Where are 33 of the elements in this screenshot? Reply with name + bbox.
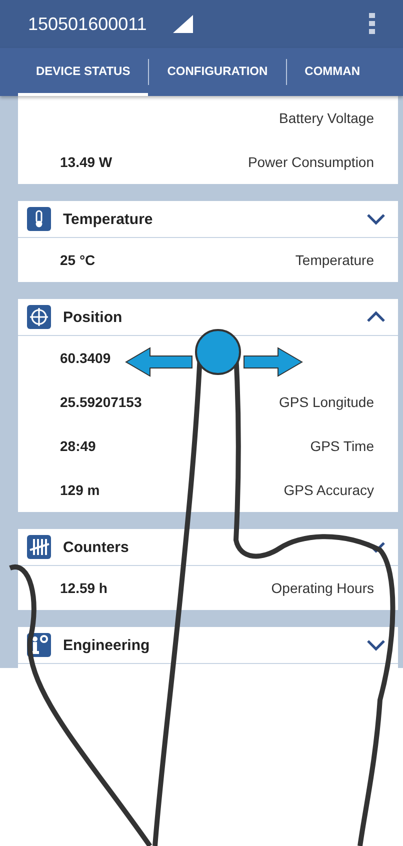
- crosshair-icon: [27, 305, 51, 329]
- section-title: Position: [63, 308, 122, 326]
- field-label: Operating Hours: [271, 580, 374, 596]
- field-label: GPS Longitude: [279, 394, 374, 410]
- tab[interactable]: CONFIGURATION: [149, 48, 286, 96]
- value-text: 129 m: [60, 482, 100, 498]
- thermometer-icon: [27, 207, 51, 231]
- value-text: 12.59 h: [60, 580, 108, 596]
- touch-point-icon: [195, 329, 241, 375]
- value-text: 28:49: [60, 438, 96, 454]
- chevron-icon[interactable]: [366, 213, 386, 225]
- right-arrow-icon: [244, 347, 303, 377]
- chevron-icon[interactable]: [366, 639, 386, 651]
- section-title: Engineering: [63, 636, 150, 654]
- section-title: Temperature: [63, 210, 153, 228]
- device-id-title: 150501600011: [28, 14, 147, 34]
- menu-icon[interactable]: [369, 13, 375, 35]
- value-text: 60.3409: [60, 350, 111, 366]
- value-text: 25 °C: [60, 252, 96, 268]
- chevron-icon[interactable]: [366, 541, 386, 553]
- tally-icon: [27, 535, 51, 559]
- field-label: Battery Voltage: [279, 110, 374, 126]
- field-label: Power Consumption: [248, 154, 374, 170]
- value-text: 25.59207153: [60, 394, 142, 410]
- field-label: Temperature: [295, 252, 374, 268]
- value-text: 13.49 W: [60, 154, 112, 170]
- signal-icon: [172, 15, 193, 33]
- section-title: Counters: [63, 538, 129, 556]
- tab[interactable]: COMMAN: [286, 48, 378, 96]
- field-label: GPS Accuracy: [284, 482, 374, 498]
- chevron-icon[interactable]: [366, 311, 386, 323]
- field-label: GPS Time: [310, 438, 374, 454]
- left-arrow-icon: [125, 347, 192, 377]
